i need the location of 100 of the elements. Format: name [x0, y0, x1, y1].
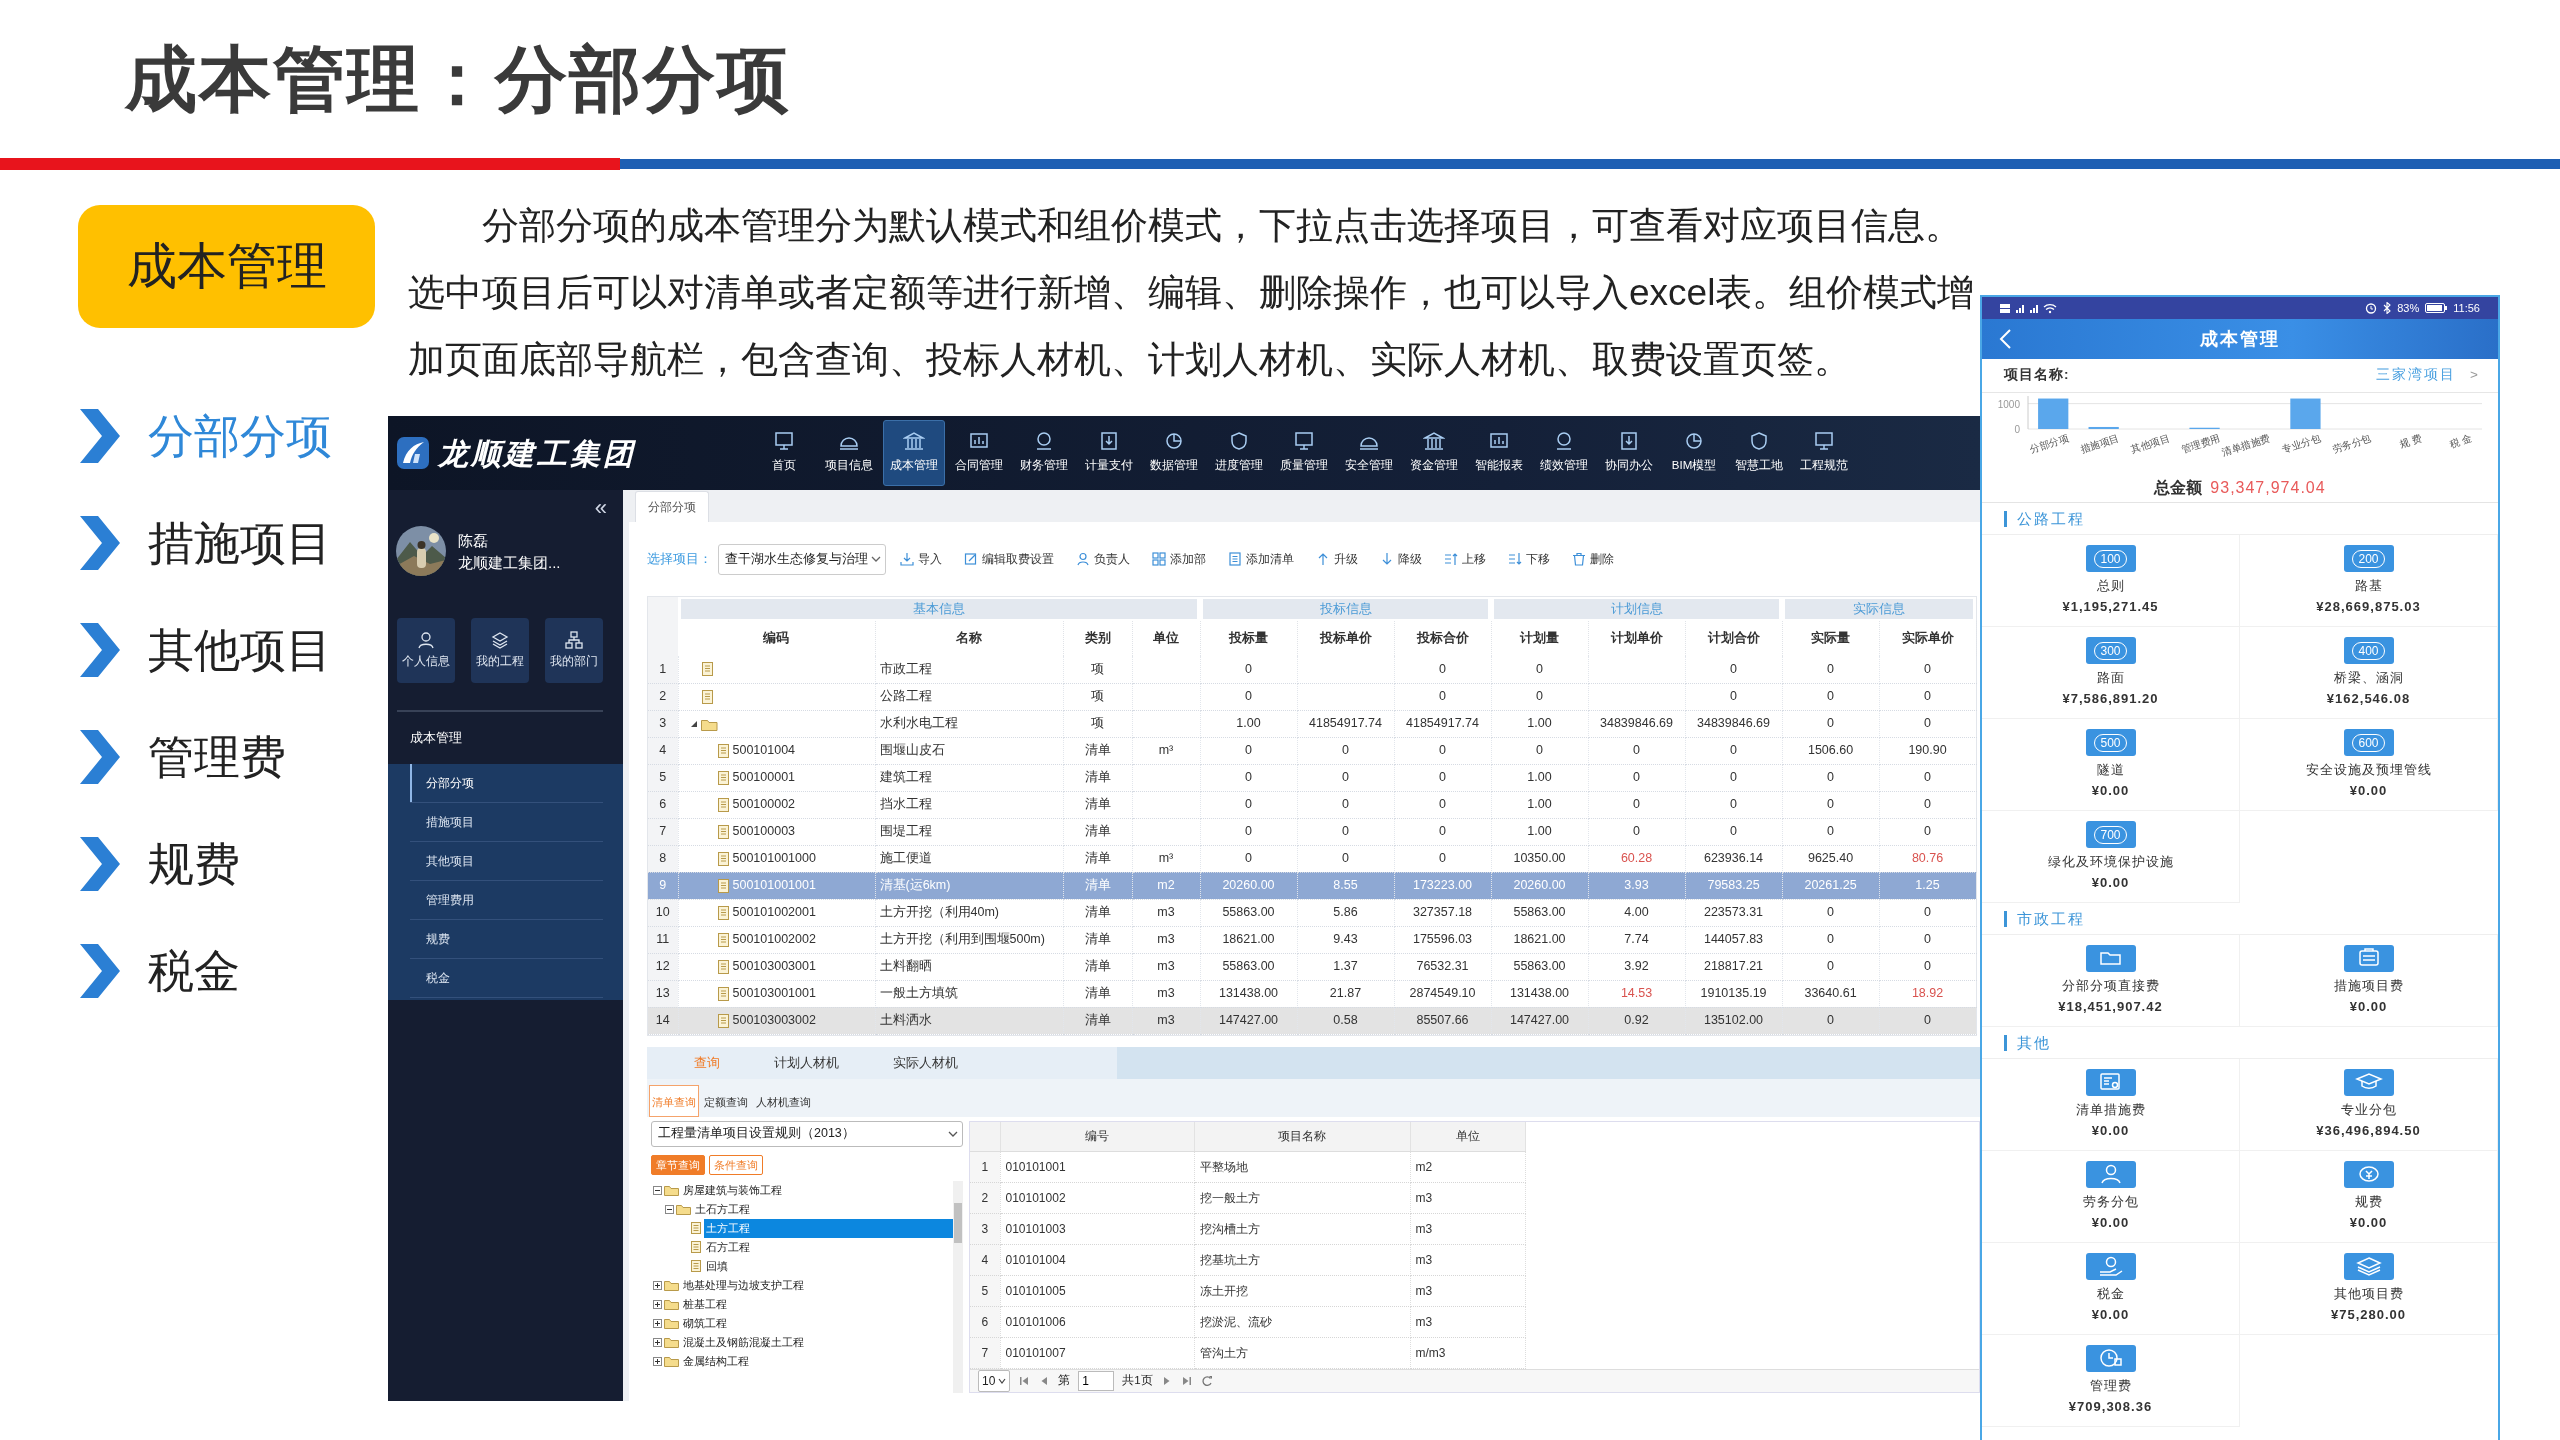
table-cell: 0: [1782, 1007, 1880, 1034]
table-row[interactable]: 1 市政工程 项 0 0 0 0 0 0: [648, 656, 1977, 683]
nav-tab[interactable]: 进度管理: [1208, 420, 1270, 486]
menu-item[interactable]: 管理费用: [410, 881, 603, 920]
table-row[interactable]: 4 500101004 围堰山皮石 清单 m³ 0 0 0 0 0 0 1506.60 190.90: [648, 737, 1977, 764]
panel-tab[interactable]: 实际人材机: [866, 1046, 985, 1079]
page-size-select[interactable]: 10: [978, 1370, 1011, 1392]
table-row[interactable]: 6 500100002 挡水工程 清单 0 0 0 1.00 0 0 0 0: [648, 791, 1977, 818]
table-row[interactable]: 2 公路工程 项 0 0 0 0 0 0: [648, 683, 1977, 710]
toolbar-button[interactable]: 添加清单: [1220, 550, 1302, 568]
menu-item[interactable]: 分部分项: [148, 401, 332, 471]
nav-tab[interactable]: 数据管理: [1143, 420, 1205, 486]
toolbar-button[interactable]: 删除: [1564, 550, 1622, 568]
toolbar-button[interactable]: 编辑取费设置: [956, 550, 1062, 568]
table-cell: 1.37: [1297, 953, 1394, 980]
project-select[interactable]: 查干湖水生态修复与治理: [718, 543, 886, 575]
table-row[interactable]: 3 水利水电工程 项 1.00 41854917.74 41854917.74 1.00 34839846.69 34839846.69 0 0: [648, 710, 1977, 737]
menu-item[interactable]: 措施项目: [148, 508, 332, 578]
row-number: 5: [970, 1275, 1000, 1307]
menu-item[interactable]: 规费: [148, 829, 240, 899]
tree-item[interactable]: 砌筑工程: [681, 1313, 953, 1333]
toolbar-button[interactable]: 上移: [1436, 550, 1494, 568]
tree-item[interactable]: 桩基工程: [681, 1294, 953, 1314]
shortcut-button[interactable]: 个人信息: [397, 618, 455, 683]
table-cell: 010101006: [1000, 1306, 1194, 1338]
toolbar-button[interactable]: 负责人: [1068, 550, 1138, 568]
toolbar-button[interactable]: 添加部: [1144, 550, 1214, 568]
shortcut-button[interactable]: 我的工程: [471, 618, 529, 683]
tree-item[interactable]: 地基处理与边坡支护工程: [681, 1275, 953, 1295]
nav-tab[interactable]: 绩效管理: [1533, 420, 1595, 486]
nav-tab[interactable]: 合同管理: [948, 420, 1010, 486]
axis-label: 0: [2014, 424, 2020, 435]
tree-item[interactable]: 土石方工程: [693, 1199, 953, 1219]
table-cell: 0: [1879, 683, 1977, 710]
table-row[interactable]: 10 500101002001 土方开挖（利用40m) 清单 m3 55863.00 5.86 327357.18 55863.00 4.00 223573.31 0 0: [648, 899, 1977, 926]
nav-tab[interactable]: 智能报表: [1468, 420, 1530, 486]
table-cell: 0: [1685, 791, 1783, 818]
rule-select[interactable]: 工程量清单项目设置规则（2013）: [651, 1120, 963, 1147]
tile-label: 路面: [2096, 669, 2125, 687]
toolbar-button[interactable]: 降级: [1372, 550, 1430, 568]
nav-tab[interactable]: 安全管理: [1338, 420, 1400, 486]
table-cell: 围堰山皮石: [875, 737, 1063, 764]
menu-item[interactable]: 分部分项: [410, 764, 603, 803]
description: 分部分项的成本管理分为默认模式和组价模式，下拉点击选择项目，可查看对应项目信息。选中项目后可以对清单或者定额等进行新增、编辑、删除操作，也可以导入excel表。组价模式增加页面底部导航栏，包含查询、投标人材机、计划人材机、实际人材机、取费设置页签。: [407, 204, 1976, 382]
tree-item[interactable]: 土方工程: [704, 1218, 953, 1238]
table-row[interactable]: 11 500101002002 土方开挖（利用到围堰500m) 清单 m3 18621.00 9.43 175596.03 18621.00 7.74 144057.83 0 0: [648, 926, 1977, 953]
nav-tab[interactable]: 成本管理: [883, 420, 945, 486]
table-cell: m3: [1410, 1306, 1525, 1338]
table-cell: 0: [1394, 737, 1491, 764]
table-cell: 0: [1685, 818, 1783, 845]
table-cell: 18621.00: [1200, 926, 1297, 953]
table-cell: 0: [1685, 737, 1783, 764]
tree-item[interactable]: 混凝土及钢筋混凝土工程: [681, 1332, 953, 1352]
table-row[interactable]: 7 500100003 围堤工程 清单 0 0 0 1.00 0 0 0 0: [648, 818, 1977, 845]
toolbar-button[interactable]: 导入: [892, 550, 950, 568]
tile-label: 隧道: [2096, 761, 2125, 779]
table-cell: 项: [1063, 656, 1132, 683]
nav-tab[interactable]: 项目信息: [818, 420, 880, 486]
menu-item[interactable]: 税金: [148, 936, 240, 1006]
table-row[interactable]: 12 500103003001 土料翻晒 清单 m3 55863.00 1.37 76532.31 55863.00 3.92 218817.21 0 0: [648, 953, 1977, 980]
table-cell: 管沟土方: [1194, 1337, 1410, 1369]
sub-tab[interactable]: 定额查询: [701, 1084, 751, 1117]
nav-tab[interactable]: 首页: [753, 420, 815, 486]
tree-item[interactable]: 回填: [704, 1256, 953, 1276]
page-tab[interactable]: 分部分项: [635, 491, 709, 522]
shortcut-button[interactable]: 我的部门: [545, 618, 603, 683]
nav-tab[interactable]: BIM模型: [1663, 420, 1725, 486]
tree-item[interactable]: 金属结构工程: [681, 1351, 953, 1371]
nav-tab[interactable]: 财务管理: [1013, 420, 1075, 486]
nav-tab[interactable]: 协同办公: [1598, 420, 1660, 486]
nav-tab[interactable]: 工程规范: [1793, 420, 1855, 486]
table-cell: 0: [1588, 791, 1685, 818]
nav-tab[interactable]: 质量管理: [1273, 420, 1335, 486]
table-cell: 0: [1879, 710, 1977, 737]
table-cell: 0: [1588, 764, 1685, 791]
table-cell: 0: [1782, 926, 1880, 953]
tree-item[interactable]: 石方工程: [704, 1237, 953, 1257]
menu-item[interactable]: 管理费: [148, 722, 286, 792]
panel-tab[interactable]: 计划人材机: [747, 1046, 866, 1079]
collapse-button[interactable]: «: [594, 490, 623, 522]
nav-tab[interactable]: 计量支付: [1078, 420, 1140, 486]
item-code: 500100002: [732, 796, 796, 814]
table-row[interactable]: 14 500103003002 土料洒水 清单 m3 147427.00 0.58 85507.66 147427.00 0.92 135102.00 0 0: [648, 1007, 1977, 1034]
tile-label: 路基: [2354, 577, 2383, 595]
menu-item[interactable]: 措施项目: [410, 803, 603, 842]
page-input[interactable]: 1: [1078, 1371, 1115, 1391]
menu-item[interactable]: 税金: [410, 959, 603, 998]
nav-tab[interactable]: 智慧工地: [1728, 420, 1790, 486]
table-cell: 0: [1200, 818, 1297, 845]
table-cell: 土方开挖（利用到围堰500m): [875, 926, 1063, 953]
toolbar-button[interactable]: 升级: [1308, 550, 1366, 568]
sub-tab[interactable]: 人材机查询: [753, 1084, 814, 1117]
menu-item[interactable]: 其他项目: [410, 842, 603, 881]
nav-tab[interactable]: 资金管理: [1403, 420, 1465, 486]
menu-item[interactable]: 其他项目: [148, 615, 332, 685]
table-row[interactable]: 5 500100001 建筑工程 清单 0 0 0 1.00 0 0 0 0: [648, 764, 1977, 791]
category-label: 措施项目: [2078, 432, 2121, 456]
tree-item[interactable]: 房屋建筑与装饰工程: [681, 1180, 953, 1200]
menu-item[interactable]: 规费: [410, 920, 603, 959]
toolbar-button[interactable]: 下移: [1500, 550, 1558, 568]
